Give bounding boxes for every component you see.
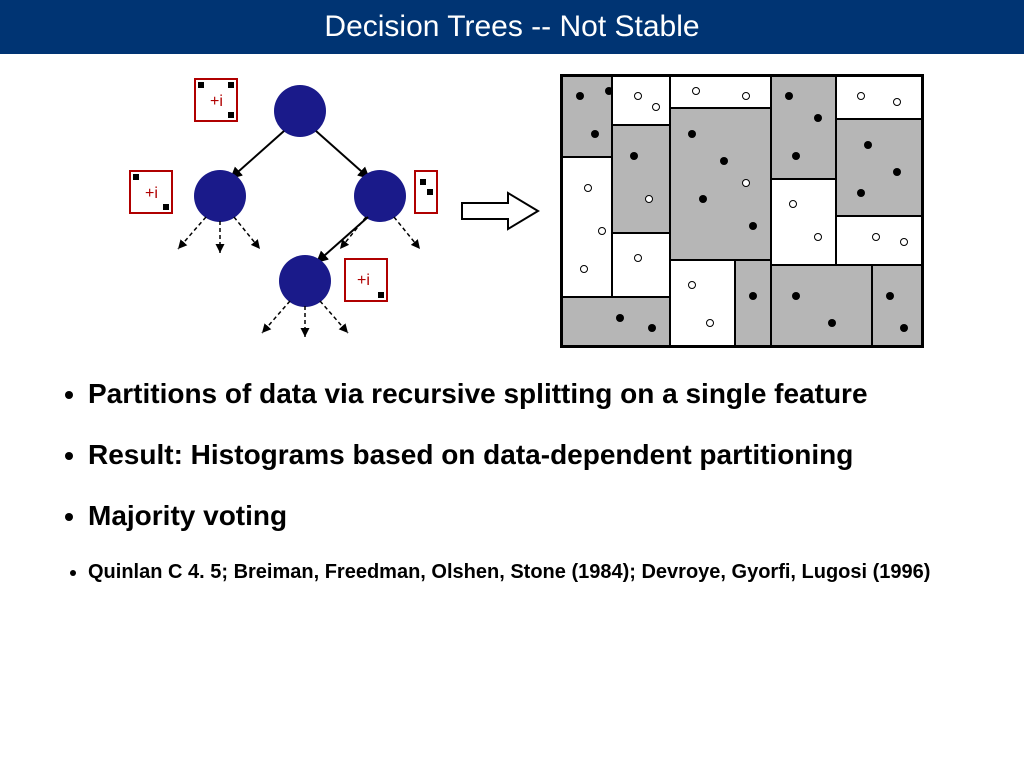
figure-row: +i +i	[0, 66, 1024, 356]
bullet-majority: Majority voting	[88, 498, 964, 533]
tree-node-right	[354, 170, 406, 222]
decision-tree-figure: +i +i	[100, 71, 440, 351]
arrow-right-icon	[460, 189, 540, 233]
slide-title: Decision Trees -- Not Stable	[324, 10, 699, 44]
bullet-list: Partitions of data via recursive splitti…	[60, 376, 964, 585]
split-box-icon: +i	[345, 259, 387, 301]
tree-node-lower	[279, 255, 331, 307]
leaf-box-icon	[415, 171, 437, 213]
svg-text:+i: +i	[357, 272, 370, 289]
bullet-citations: Quinlan C 4. 5; Breiman, Freedman, Olshe…	[88, 559, 964, 585]
tree-node-left	[194, 170, 246, 222]
split-box-icon: +i	[195, 79, 237, 121]
bullet-partitions: Partitions of data via recursive splitti…	[88, 376, 964, 411]
bullet-result: Result: Histograms based on data-depende…	[88, 437, 964, 472]
tree-node-root	[274, 85, 326, 137]
slide-title-bar: Decision Trees -- Not Stable	[0, 0, 1024, 54]
svg-text:+i: +i	[145, 185, 158, 202]
svg-text:+i: +i	[210, 93, 223, 110]
split-box-icon: +i	[130, 171, 172, 213]
partition-figure	[560, 74, 924, 348]
